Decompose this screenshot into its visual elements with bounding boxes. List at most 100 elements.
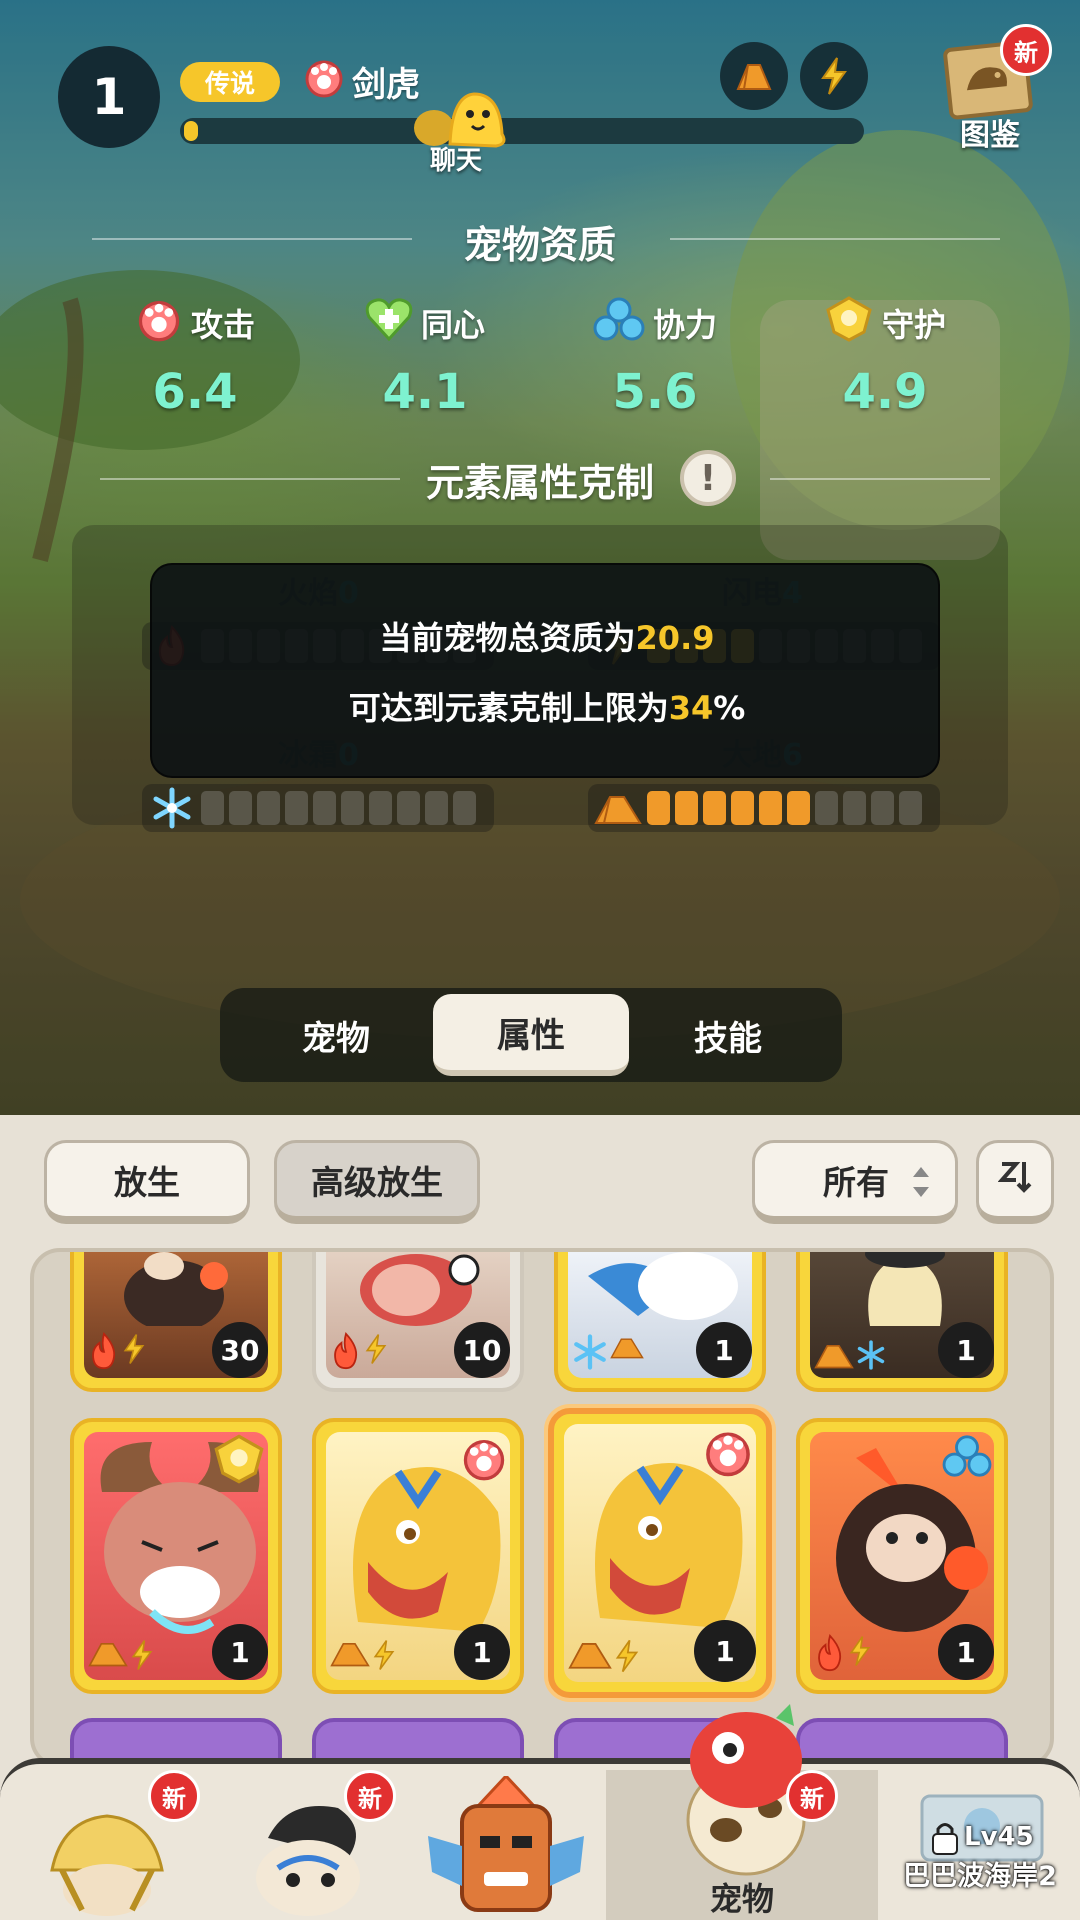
battle-scene-background [0,0,1080,1115]
tab-pet[interactable]: 宠物 [238,988,434,1082]
sort-button[interactable] [976,1140,1054,1224]
earth-icon [88,1638,128,1676]
element-segment [787,791,810,825]
pet-count: 1 [938,1624,994,1680]
pet-card[interactable]: 10 [312,1252,524,1392]
info-icon[interactable]: ! [680,450,736,506]
snowflake-icon [856,1340,886,1374]
pet-portrait [360,1254,480,1326]
pet-card[interactable]: 1 [796,1418,1008,1694]
stat-harmony: 同心 4.1 [325,296,525,420]
element-restraint-title: 元素属性克制 [425,461,654,505]
experience-bar-fill [184,121,198,141]
dropdown-arrows-icon [911,1165,931,1207]
element-segment [675,791,698,825]
nav-pets[interactable]: 宠物 新 [606,1704,878,1920]
element-segment [229,791,252,825]
pet-count: 1 [454,1624,510,1680]
pet-elements [88,1638,154,1676]
stat-label: 协力 [652,306,717,344]
chat-button[interactable]: 聊天 [412,84,522,176]
quality-title: 宠物资质 [463,223,616,267]
stat-teamwork: 协力 5.6 [555,296,755,420]
pet-card[interactable]: 1 [554,1252,766,1392]
advanced-release-button[interactable]: 高级放生 [274,1140,480,1224]
element-segment [731,791,754,825]
release-button[interactable]: 放生 [44,1140,250,1224]
tiki-mask-icon [428,1776,584,1912]
stat-value: 4.1 [382,364,468,420]
attack-paw-icon [460,1434,508,1486]
element-bar-frost [142,784,494,832]
nav-character-3[interactable] [410,1770,600,1920]
nav-character-1[interactable]: 新 [20,1770,200,1920]
pet-card-selected[interactable]: 1 [548,1408,772,1698]
earth-element-button[interactable] [720,42,788,110]
stat-value: 4.9 [842,364,928,420]
earth-icon [330,1638,370,1676]
detail-tabs: 宠物 属性 技能 [220,988,842,1082]
nav-pets-label: 宠物 [709,1880,774,1918]
element-segment [201,791,224,825]
pet-portrait [124,1252,228,1326]
element-segment [425,791,448,825]
pet-elements [330,1332,388,1374]
snowflake-icon [572,1334,608,1374]
pet-elements [88,1332,146,1374]
shield-icon [824,296,874,350]
nav-character-2[interactable]: 新 [220,1770,400,1920]
pet-name-row: 剑虎 [302,56,420,106]
pet-card[interactable]: 1 [70,1418,282,1694]
tooltip-restraint-limit: 可达到元素克制上限为34% [348,689,746,727]
stat-guard: 守护 4.9 [785,296,985,420]
filter-label: 所有 [823,1162,889,1202]
tooltip-total-quality: 当前宠物总资质为20.9 [379,619,715,657]
pet-portrait [588,1252,738,1320]
filter-dropdown[interactable]: 所有 [752,1140,958,1224]
teamwork-icon [593,296,645,350]
lightning-icon [848,1634,872,1676]
region-name: 巴巴波海岸2 [903,1861,1057,1892]
fire-icon [814,1634,846,1676]
pet-count: 1 [938,1322,994,1378]
attack-paw-icon [702,1426,754,1482]
element-segment [647,791,670,825]
tab-attributes[interactable]: 属性 [433,994,629,1076]
pet-level-badge: 1 [58,46,160,148]
lightning-element-button[interactable] [800,42,868,110]
quality-tooltip: 当前宠物总资质为20.9 可达到元素克制上限为34% [150,563,940,778]
pet-elements [330,1638,396,1676]
stat-label: 同心 [420,306,485,344]
straw-hat-character-icon [50,1814,164,1916]
codex-label: 图鉴 [960,118,1020,153]
element-segment [899,791,922,825]
lightning-icon [364,1332,388,1374]
pet-card[interactable]: 1 [312,1418,524,1694]
codex-button[interactable]: 图鉴 新 [940,24,1052,153]
earth-icon [814,1340,854,1374]
element-segment [341,791,364,825]
pet-count: 10 [454,1322,510,1378]
nav-region-locked[interactable]: Lv45 [884,1770,1080,1920]
heart-icon [365,297,413,349]
earth-icon [594,787,642,829]
pet-count: 30 [212,1322,268,1378]
experience-bar [180,118,864,144]
stat-value: 5.6 [612,364,698,420]
element-segment [369,791,392,825]
pet-card[interactable]: 1 [796,1252,1008,1392]
teamwork-icon [942,1434,992,1482]
new-badge: 新 [786,1770,838,1822]
pet-elements [568,1638,640,1678]
snowflake-icon [148,787,196,829]
rarity-tag: 传说 [180,62,280,102]
tab-skills[interactable]: 技能 [630,988,826,1082]
stat-label: 守护 [881,306,946,344]
earth-icon [568,1638,612,1678]
pet-card[interactable]: 30 [70,1252,282,1392]
earth-icon [736,64,772,90]
stat-value: 6.4 [152,364,238,420]
pet-count: 1 [696,1322,752,1378]
element-segment [703,791,726,825]
pet-elements [814,1340,886,1374]
